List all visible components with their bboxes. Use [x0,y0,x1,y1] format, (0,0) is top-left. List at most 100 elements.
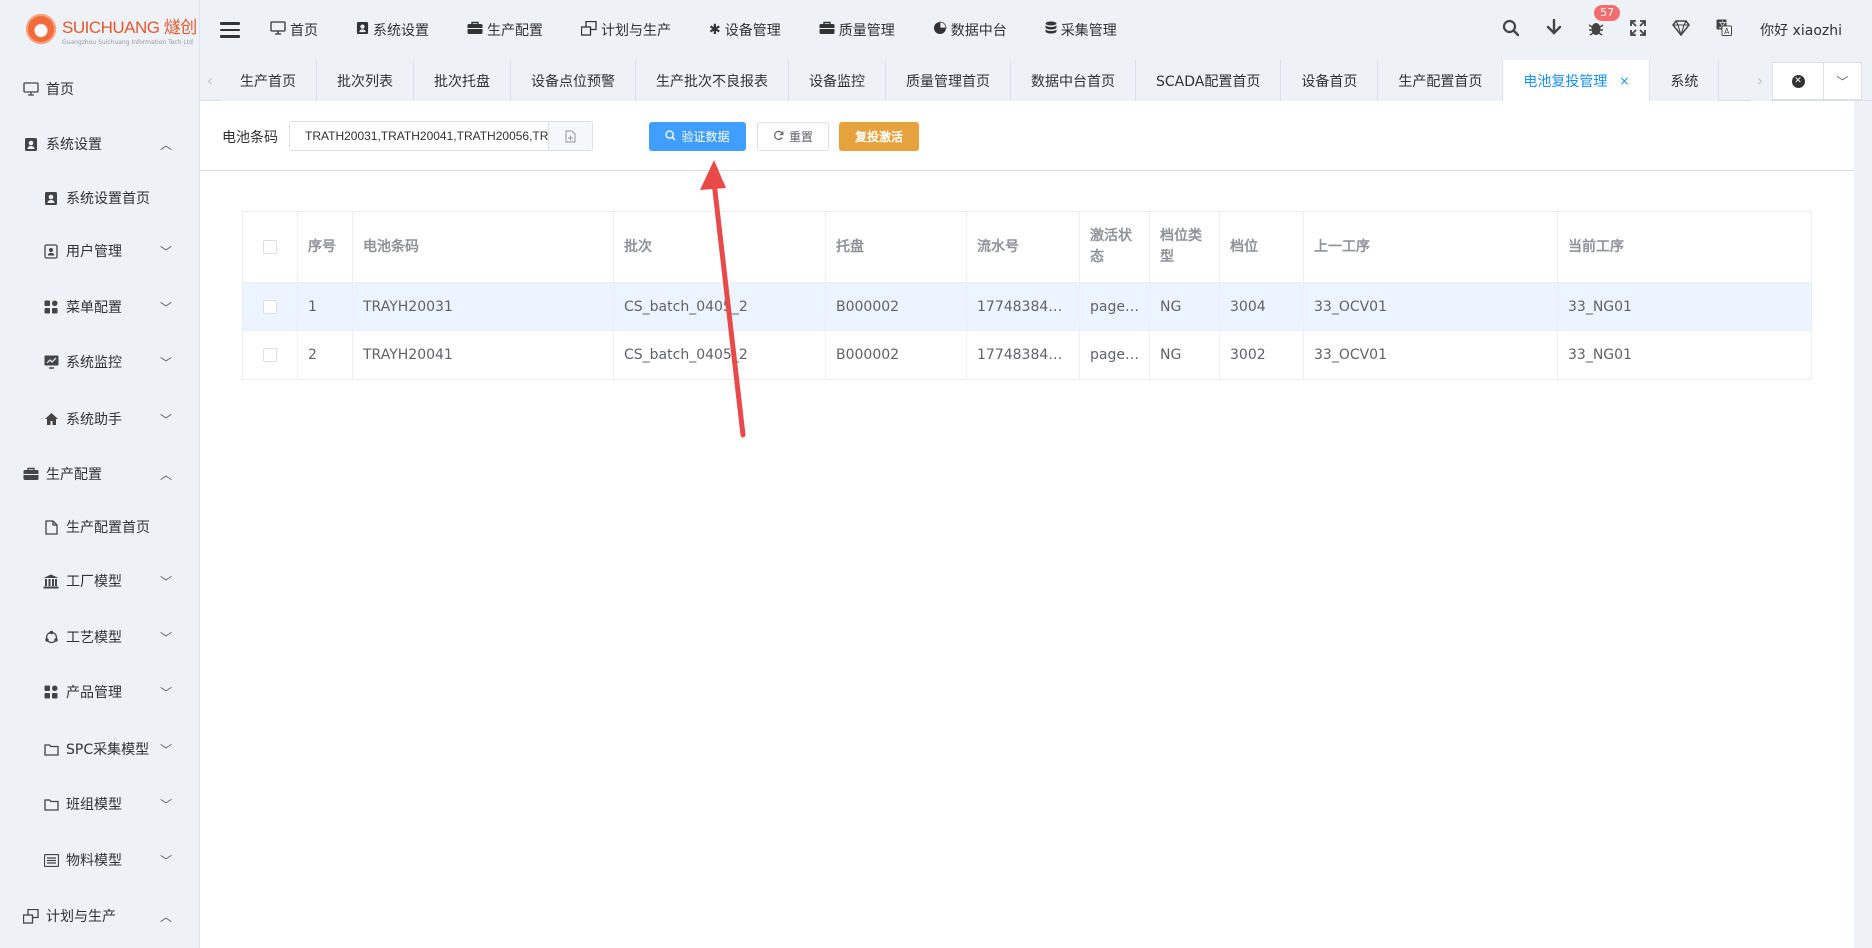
barcode-input[interactable] [290,122,550,150]
monitor-icon [22,80,40,98]
column-header[interactable]: 档位 [1220,212,1304,282]
nav-equipment-management[interactable]: ✱ 设备管理 [709,20,781,40]
column-header[interactable]: 批次 [614,212,826,282]
table-row[interactable]: 1 TRAYH20031 CS_batch_0405_2 B000002 177… [243,283,1811,331]
barcode-input-group [289,121,593,151]
tab-production-config-home[interactable]: 生产配置首页 [1378,60,1504,101]
cell-prev-step: 33_OCV01 [1304,331,1558,379]
sidebar-item-material-model[interactable]: 物料模型 ﹀ [0,840,200,880]
tab-equipment-point-alert[interactable]: 设备点位预警 [511,60,636,101]
sidebar-item-menu-config[interactable]: 菜单配置 ﹀ [0,287,200,327]
tab-close-icon[interactable]: × [1619,74,1629,88]
notification-badge: 57 [1594,4,1621,21]
close-all-tabs-button[interactable]: ✕ [1772,62,1824,100]
column-header[interactable]: 电池条码 [353,212,614,282]
tabs-scroll-left-icon[interactable]: ‹ [200,60,220,101]
nav-system-settings[interactable]: 系统设置 [356,20,429,40]
column-header[interactable]: 托盘 [826,212,967,282]
nav-planning-production[interactable]: 计划与生产 [580,20,671,40]
battery-table: 序号 电池条码 批次 托盘 流水号 激活状态 档位类型 档位 上一工序 当前工序… [242,211,1812,380]
row-checkbox[interactable] [263,348,277,362]
column-header[interactable]: 当前工序 [1558,212,1811,282]
sidebar-item-factory-model[interactable]: 工厂模型 ﹀ [0,561,200,601]
nav-quality-management[interactable]: 质量管理 [819,20,895,40]
tab-production-home[interactable]: 生产首页 [220,60,317,101]
reset-button[interactable]: 重置 [757,122,829,151]
sidebar-item-user-management[interactable]: 用户管理 ﹀ [0,231,200,271]
row-checkbox[interactable] [263,299,277,314]
tab-system[interactable]: 系统 [1650,60,1720,101]
cell-status: page… [1080,283,1150,330]
top-nav: 首页 系统设置 生产配置 计划与生产 ✱ 设备管理 质量管理 数据中台 采集管理 [270,20,1155,40]
fullscreen-icon[interactable] [1630,19,1647,41]
sidebar-item-label: 产品管理 [66,685,122,701]
folder-icon [42,795,60,813]
sidebar-item-process-model[interactable]: 工艺模型 ﹀ [0,617,200,657]
sidebar-item-production-config[interactable]: 生产配置 ︿ [0,454,200,494]
sidebar-item-production-config-home[interactable]: 生产配置首页 [0,507,200,547]
sidebar-item-system-settings-home[interactable]: 系统设置首页 [0,178,200,218]
select-all-checkbox[interactable] [263,240,277,254]
sidebar-item-system-monitor[interactable]: 系统监控 ﹀ [0,342,200,382]
menu-toggle-icon[interactable] [220,22,240,38]
cell-status: page… [1080,331,1150,379]
nav-data-center[interactable]: 数据中台 [933,20,1007,40]
verify-data-button[interactable]: 验证数据 [649,122,746,151]
bug-icon[interactable]: 57 [1588,4,1621,42]
column-header[interactable]: 序号 [298,212,353,282]
column-header[interactable]: 激活状态 [1080,212,1150,282]
cell-batch: CS_batch_0405_2 [614,331,826,379]
file-import-icon[interactable] [548,122,592,150]
reactivate-button[interactable]: 复投激活 [839,122,919,151]
user-greeting[interactable]: 你好 xiaozhi [1760,20,1842,40]
sidebar-item-home[interactable]: 首页 [0,69,200,109]
column-header[interactable]: 档位类型 [1150,212,1220,282]
tab-equipment-home[interactable]: 设备首页 [1281,60,1379,101]
bank-icon [42,572,60,590]
sidebar-item-product-management[interactable]: 产品管理 ﹀ [0,672,200,712]
nav-home[interactable]: 首页 [270,20,318,40]
tabs-scroll-right-icon[interactable]: › [1750,60,1770,101]
download-icon[interactable] [1546,18,1562,42]
nav-production-config[interactable]: 生产配置 [467,20,543,40]
column-header[interactable]: 上一工序 [1304,212,1558,282]
cell-curr-step: 33_NG01 [1568,298,1632,315]
translate-icon[interactable]: 文A [1716,19,1733,41]
sidebar-item-spc-model[interactable]: SPC采集模型 ﹀ [0,729,200,769]
user-card-icon [42,189,60,207]
tab-data-center-home[interactable]: 数据中台首页 [1011,60,1136,101]
header-tools: 57 文A 你好 xiaozhi [1476,0,1842,60]
chevron-down-icon: ﹀ [159,412,172,427]
windows-icon [580,20,597,40]
logo[interactable]: SUICHUANG 燧创 Guangzhou Suichuang Informa… [0,0,199,58]
column-header[interactable]: 流水号 [967,212,1080,282]
tab-battery-reinput-management[interactable]: 电池复投管理 × [1503,60,1651,101]
tab-batch-tray[interactable]: 批次托盘 [414,60,511,101]
logo-subtext: Guangzhou Suichuang Information Tech Ltd [62,38,193,46]
nav-collection-management[interactable]: 采集管理 [1045,20,1117,40]
sidebar-item-system-assistant[interactable]: 系统助手 ﹀ [0,399,200,439]
logo-mark-icon [26,14,56,44]
table-row[interactable]: 2 TRAYH20041 CS_batch_0405_2 B000002 177… [243,331,1811,379]
sidebar-item-team-model[interactable]: 班组模型 ﹀ [0,784,200,824]
tab-equipment-monitor[interactable]: 设备监控 [789,60,886,101]
grid-icon [42,683,60,701]
diamond-icon[interactable] [1672,19,1691,41]
cell-prev-step: 33_OCV01 [1304,283,1558,330]
sidebar-item-planning-production[interactable]: 计划与生产 ︿ [0,896,200,936]
tab-scada-config-home[interactable]: SCADA配置首页 [1136,60,1282,101]
sidebar-item-label: 计划与生产 [46,909,116,925]
tab-batch-defect-report[interactable]: 生产批次不良报表 [636,60,789,101]
search-icon[interactable] [1502,19,1520,42]
top-header: 首页 系统设置 生产配置 计划与生产 ✱ 设备管理 质量管理 数据中台 采集管理 [200,0,1872,60]
sidebar-item-system-settings[interactable]: 系统设置 ︿ [0,124,200,164]
chevron-down-icon: ﹀ [159,797,172,812]
chevron-down-icon: ﹀ [159,244,172,259]
tab-quality-home[interactable]: 质量管理首页 [886,60,1011,101]
chevron-down-icon: ﹀ [159,853,172,868]
barcode-label: 电池条码 [222,130,278,146]
tabs-dropdown-button[interactable]: ﹀ [1824,62,1862,100]
tab-batch-list[interactable]: 批次列表 [317,60,414,101]
chevron-up-icon: ︿ [159,137,172,152]
cell-grade: 3004 [1220,283,1304,330]
